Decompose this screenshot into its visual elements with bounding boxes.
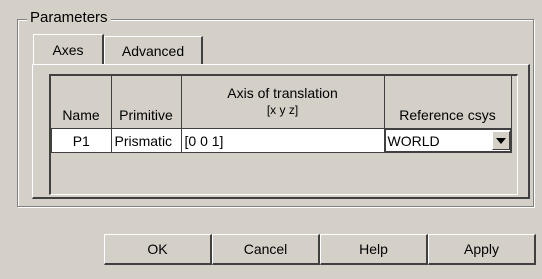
help-button[interactable]: Help: [320, 234, 428, 265]
cancel-button[interactable]: Cancel: [212, 234, 320, 265]
parameters-group-title: Parameters: [27, 9, 111, 27]
axes-tab-panel: [32, 64, 530, 199]
tab-axes[interactable]: Axes: [33, 34, 104, 64]
ok-button[interactable]: OK: [104, 234, 212, 265]
tab-advanced[interactable]: Advanced: [104, 36, 203, 64]
apply-button[interactable]: Apply: [428, 234, 536, 265]
